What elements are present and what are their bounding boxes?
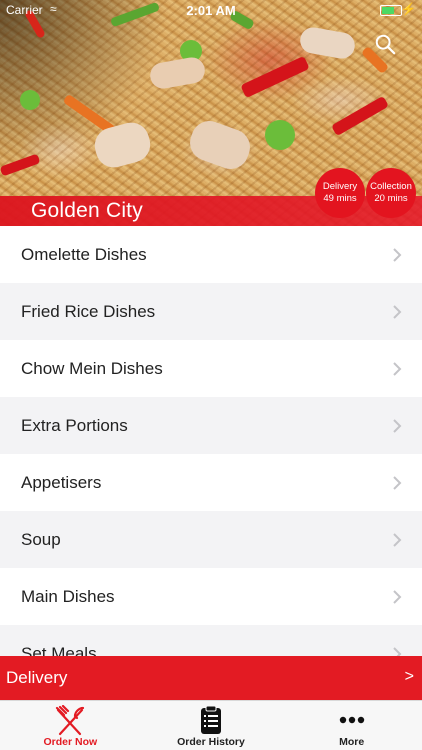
delivery-badge-time: 49 mins bbox=[323, 193, 357, 204]
tab-order-history-label: Order History bbox=[177, 736, 245, 748]
menu-category-label: Chow Mein Dishes bbox=[21, 358, 163, 378]
more-dots-icon bbox=[339, 716, 364, 724]
menu-category-row[interactable]: Main Dishes bbox=[0, 568, 422, 625]
delivery-time-badge: Delivery 49 mins bbox=[315, 168, 365, 218]
menu-category-label: Fried Rice Dishes bbox=[21, 301, 156, 321]
restaurant-name: Golden City bbox=[31, 199, 143, 222]
search-icon[interactable] bbox=[374, 33, 396, 55]
menu-category-row[interactable]: Chow Mein Dishes bbox=[0, 340, 422, 397]
status-time: 2:01 AM bbox=[186, 3, 236, 18]
chevron-right-icon bbox=[393, 248, 402, 262]
menu-category-row[interactable]: Appetisers bbox=[0, 454, 422, 511]
menu-category-label: Soup bbox=[21, 529, 61, 549]
chevron-right-icon bbox=[393, 305, 402, 319]
menu-category-row[interactable]: Set Meals bbox=[0, 625, 422, 656]
menu-category-list[interactable]: Omelette Dishes Fried Rice Dishes Chow Mei… bbox=[0, 226, 422, 656]
collection-time-badge: Collection 20 mins bbox=[366, 168, 416, 218]
delivery-bar-arrow-icon: > bbox=[404, 668, 414, 685]
menu-category-row[interactable]: Soup bbox=[0, 511, 422, 568]
menu-category-label: Set Meals bbox=[21, 643, 97, 657]
menu-category-row[interactable]: Extra Portions bbox=[0, 397, 422, 454]
clipboard-icon bbox=[200, 705, 221, 734]
menu-category-label: Appetisers bbox=[21, 472, 102, 492]
tab-more-label: More bbox=[339, 736, 365, 748]
delivery-badge-label: Delivery bbox=[322, 181, 358, 192]
delivery-order-bar[interactable]: Delivery > bbox=[0, 656, 422, 700]
chevron-right-icon bbox=[393, 590, 402, 604]
chevron-right-icon bbox=[393, 533, 402, 547]
tab-order-now-label: Order Now bbox=[43, 736, 98, 748]
hero-food-image: Golden City Delivery 49 mins Collection … bbox=[0, 0, 422, 226]
tab-bar: Order Now Order History More bbox=[0, 700, 422, 750]
menu-category-label: Omelette Dishes bbox=[21, 244, 147, 264]
menu-category-label: Extra Portions bbox=[21, 415, 128, 435]
menu-category-label: Main Dishes bbox=[21, 586, 115, 606]
tab-more[interactable]: More bbox=[281, 701, 422, 750]
battery-icon bbox=[380, 5, 402, 16]
delivery-bar-label: Delivery bbox=[6, 668, 68, 687]
menu-category-row[interactable]: Fried Rice Dishes bbox=[0, 283, 422, 340]
fork-knife-icon bbox=[56, 705, 85, 736]
charging-icon: ⚡ bbox=[401, 2, 416, 16]
chevron-right-icon bbox=[393, 476, 402, 490]
tab-order-now[interactable]: Order Now bbox=[0, 701, 141, 750]
collection-badge-label: Collection bbox=[370, 181, 412, 192]
collection-badge-time: 20 mins bbox=[374, 193, 408, 204]
status-bar: Carrier ≈ 2:01 AM ⚡ bbox=[0, 0, 422, 22]
chevron-right-icon bbox=[393, 647, 402, 656]
tab-order-history[interactable]: Order History bbox=[141, 701, 282, 750]
chevron-right-icon bbox=[393, 362, 402, 376]
menu-category-row[interactable]: Omelette Dishes bbox=[0, 226, 422, 283]
chevron-right-icon bbox=[393, 419, 402, 433]
